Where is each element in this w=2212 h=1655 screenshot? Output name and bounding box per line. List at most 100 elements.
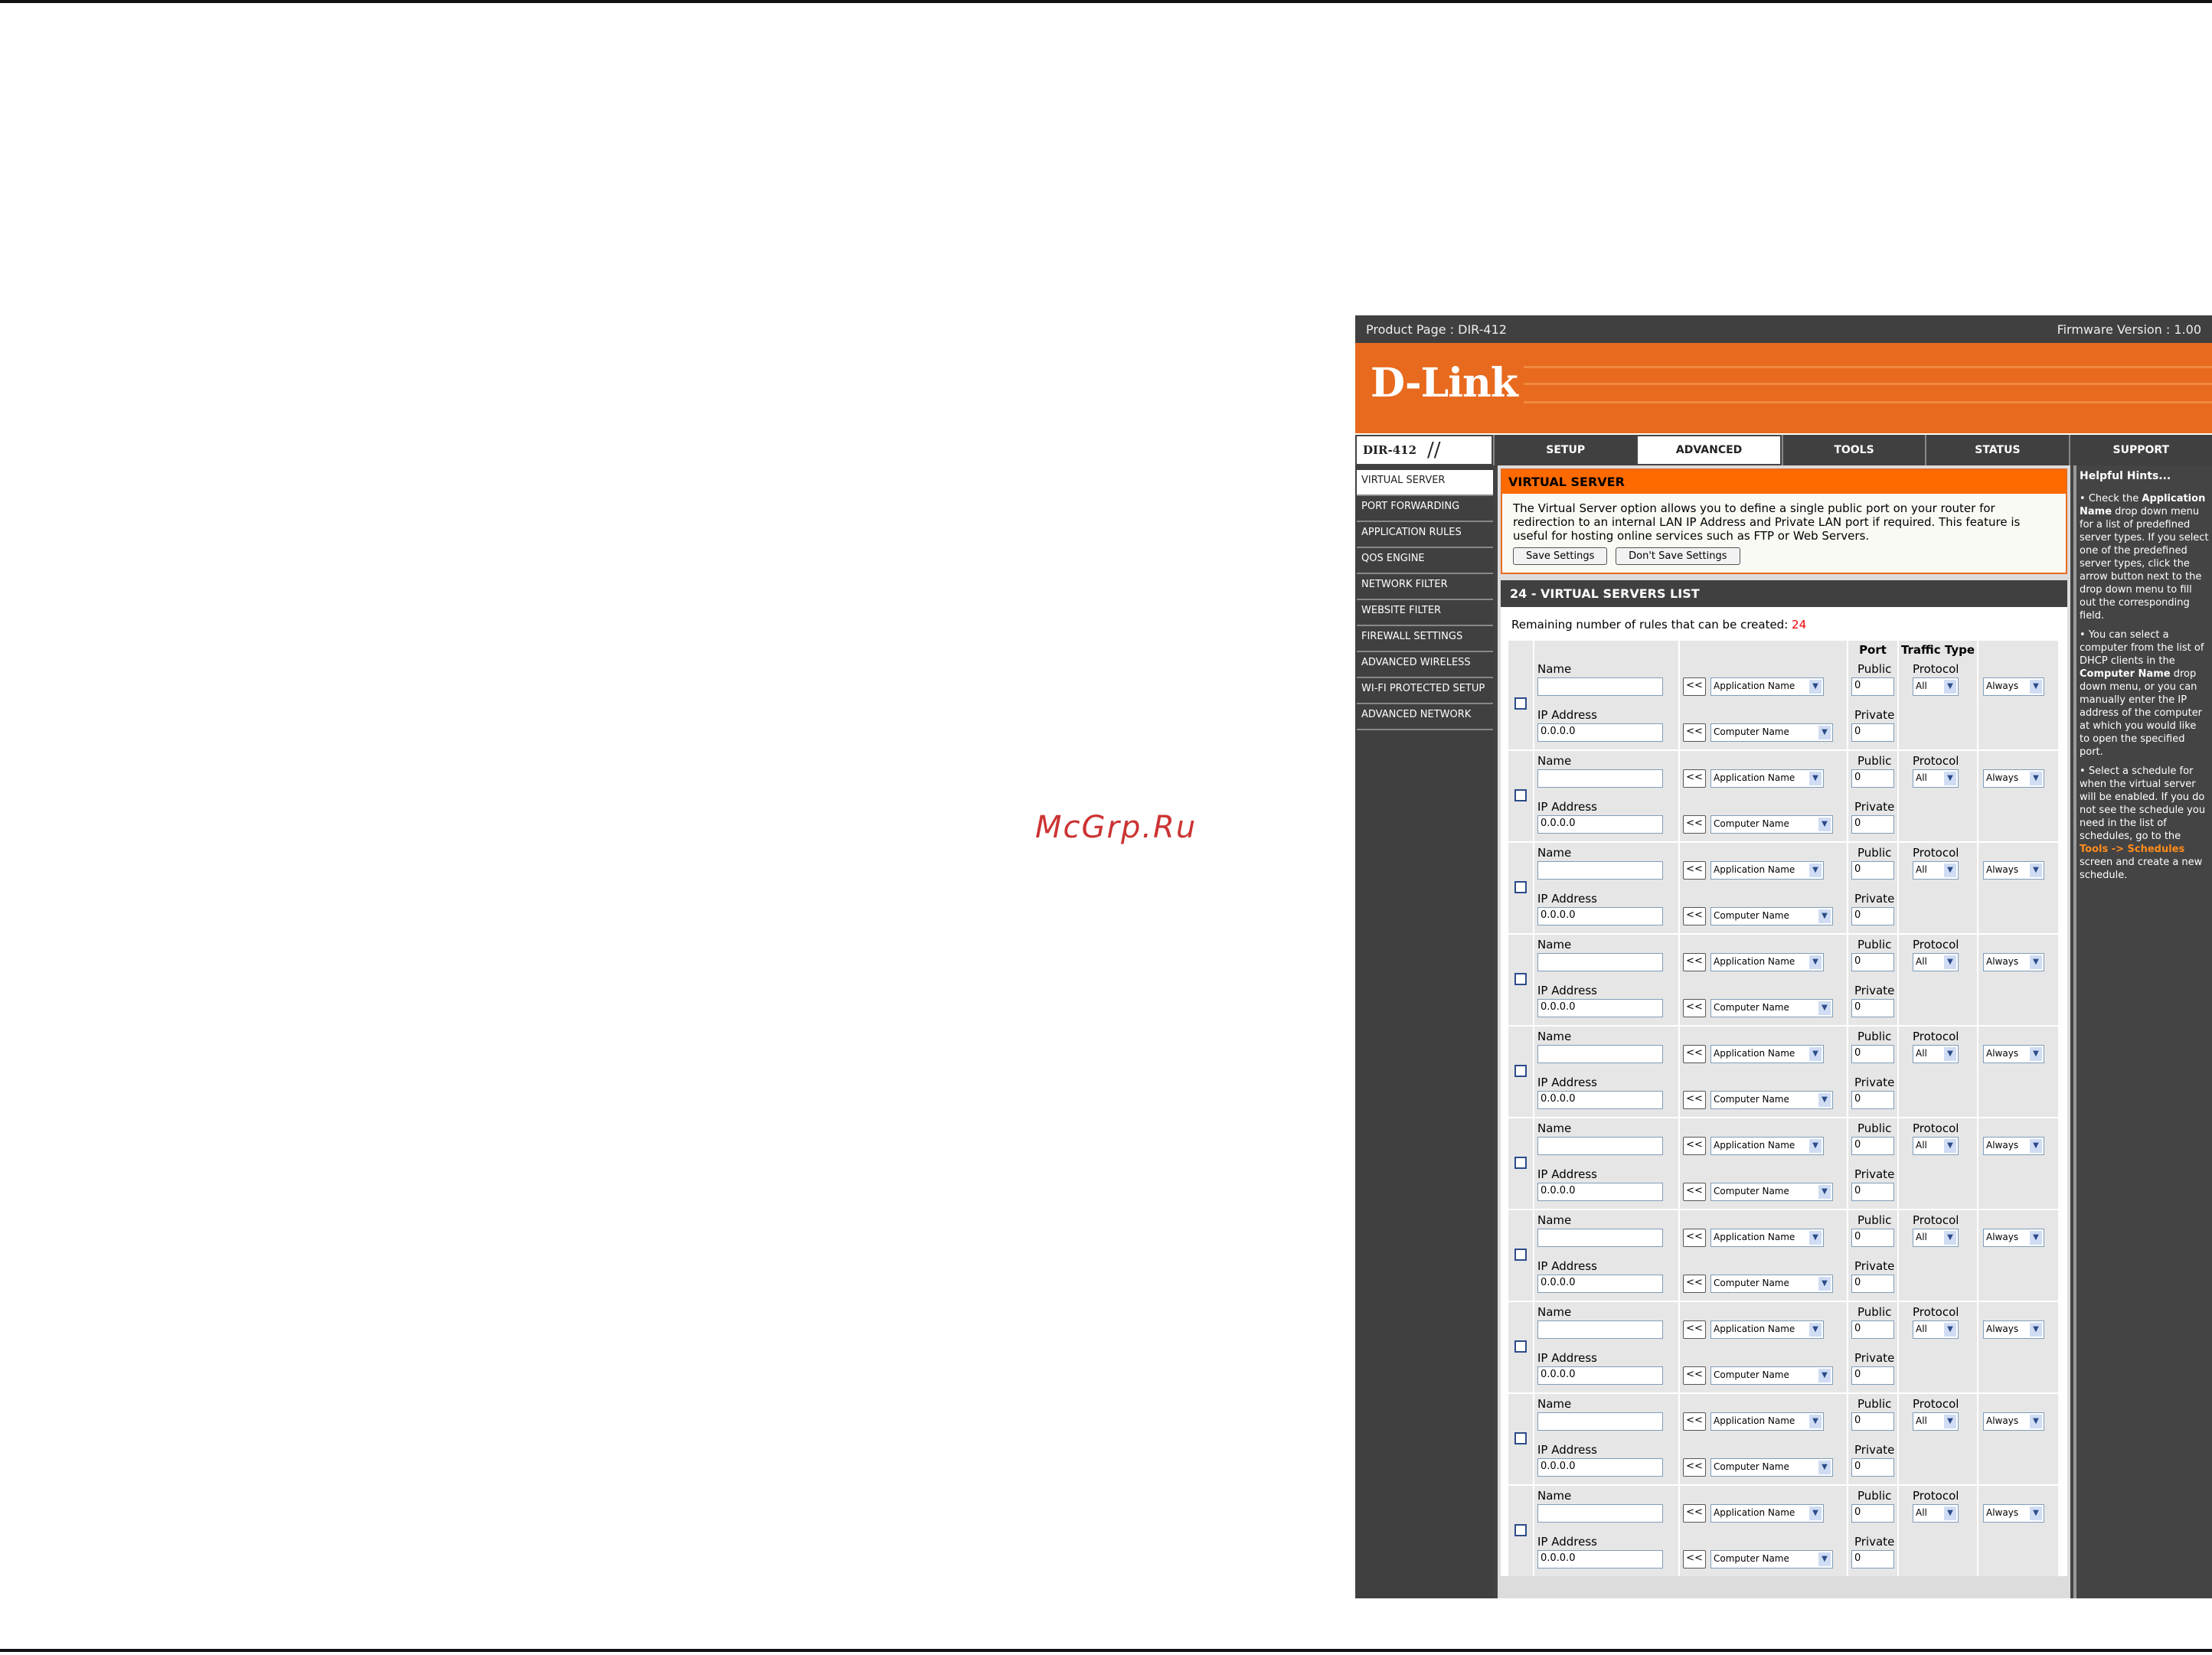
- fill-ip-arrow-button[interactable]: <<: [1683, 1091, 1706, 1109]
- tab-setup[interactable]: SETUP: [1493, 435, 1637, 465]
- tab-status[interactable]: STATUS: [1925, 435, 2069, 465]
- public-port-input[interactable]: 0: [1851, 953, 1894, 971]
- ip-address-input[interactable]: 0.0.0.0: [1537, 907, 1663, 925]
- rule-enable-checkbox[interactable]: [1514, 789, 1527, 801]
- ip-address-input[interactable]: 0.0.0.0: [1537, 815, 1663, 834]
- sidebar-item-advanced-wireless[interactable]: ADVANCED WIRELESS: [1357, 652, 1493, 678]
- fill-name-arrow-button[interactable]: <<: [1683, 677, 1706, 696]
- protocol-select[interactable]: All ▼: [1913, 677, 1959, 696]
- private-port-input[interactable]: 0: [1851, 723, 1894, 742]
- rule-enable-checkbox[interactable]: [1514, 1157, 1527, 1169]
- public-port-input[interactable]: 0: [1851, 1412, 1894, 1431]
- private-port-input[interactable]: 0: [1851, 1458, 1894, 1477]
- public-port-input[interactable]: 0: [1851, 1320, 1894, 1339]
- private-port-input[interactable]: 0: [1851, 999, 1894, 1017]
- fill-ip-arrow-button[interactable]: <<: [1683, 1275, 1706, 1293]
- public-port-input[interactable]: 0: [1851, 677, 1894, 696]
- ip-address-input[interactable]: 0.0.0.0: [1537, 1366, 1663, 1385]
- sidebar-item-application-rules[interactable]: APPLICATION RULES: [1357, 522, 1493, 548]
- fill-ip-arrow-button[interactable]: <<: [1683, 1550, 1706, 1568]
- schedule-select[interactable]: Always ▼: [1983, 1504, 2044, 1523]
- rule-enable-checkbox[interactable]: [1514, 881, 1527, 893]
- private-port-input[interactable]: 0: [1851, 907, 1894, 925]
- name-input[interactable]: [1537, 1412, 1663, 1431]
- fill-ip-arrow-button[interactable]: <<: [1683, 1458, 1706, 1477]
- ip-address-input[interactable]: 0.0.0.0: [1537, 1275, 1663, 1293]
- schedule-select[interactable]: Always ▼: [1983, 1045, 2044, 1063]
- fill-ip-arrow-button[interactable]: <<: [1683, 1366, 1706, 1385]
- name-input[interactable]: [1537, 1229, 1663, 1247]
- protocol-select[interactable]: All ▼: [1913, 953, 1959, 971]
- fill-name-arrow-button[interactable]: <<: [1683, 953, 1706, 971]
- private-port-input[interactable]: 0: [1851, 1091, 1894, 1109]
- fill-name-arrow-button[interactable]: <<: [1683, 1045, 1706, 1063]
- protocol-select[interactable]: All ▼: [1913, 1504, 1959, 1523]
- rule-enable-checkbox[interactable]: [1514, 1065, 1527, 1077]
- ip-address-input[interactable]: 0.0.0.0: [1537, 1091, 1663, 1109]
- public-port-input[interactable]: 0: [1851, 769, 1894, 788]
- rule-enable-checkbox[interactable]: [1514, 1432, 1527, 1444]
- application-name-select[interactable]: Application Name ▼: [1710, 1320, 1824, 1339]
- ip-address-input[interactable]: 0.0.0.0: [1537, 1458, 1663, 1477]
- ip-address-input[interactable]: 0.0.0.0: [1537, 1183, 1663, 1201]
- public-port-input[interactable]: 0: [1851, 861, 1894, 880]
- computer-name-select[interactable]: Computer Name ▼: [1710, 1458, 1833, 1477]
- name-input[interactable]: [1537, 861, 1663, 880]
- fill-name-arrow-button[interactable]: <<: [1683, 1137, 1706, 1155]
- schedule-select[interactable]: Always ▼: [1983, 769, 2044, 788]
- protocol-select[interactable]: All ▼: [1913, 1137, 1959, 1155]
- schedule-select[interactable]: Always ▼: [1983, 861, 2044, 880]
- computer-name-select[interactable]: Computer Name ▼: [1710, 1366, 1833, 1385]
- name-input[interactable]: [1537, 769, 1663, 788]
- rule-enable-checkbox[interactable]: [1514, 1249, 1527, 1261]
- public-port-input[interactable]: 0: [1851, 1045, 1894, 1063]
- fill-name-arrow-button[interactable]: <<: [1683, 1229, 1706, 1247]
- name-input[interactable]: [1537, 1045, 1663, 1063]
- schedule-select[interactable]: Always ▼: [1983, 1320, 2044, 1339]
- application-name-select[interactable]: Application Name ▼: [1710, 1137, 1824, 1155]
- sidebar-item-wifi-protected-setup[interactable]: WI-FI PROTECTED SETUP: [1357, 678, 1493, 704]
- fill-name-arrow-button[interactable]: <<: [1683, 1320, 1706, 1339]
- tab-tools[interactable]: TOOLS: [1781, 435, 1926, 465]
- public-port-input[interactable]: 0: [1851, 1504, 1894, 1523]
- name-input[interactable]: [1537, 1320, 1663, 1339]
- fill-name-arrow-button[interactable]: <<: [1683, 769, 1706, 788]
- application-name-select[interactable]: Application Name ▼: [1710, 1504, 1824, 1523]
- computer-name-select[interactable]: Computer Name ▼: [1710, 907, 1833, 925]
- computer-name-select[interactable]: Computer Name ▼: [1710, 723, 1833, 742]
- ip-address-input[interactable]: 0.0.0.0: [1537, 723, 1663, 742]
- protocol-select[interactable]: All ▼: [1913, 769, 1959, 788]
- private-port-input[interactable]: 0: [1851, 1275, 1894, 1293]
- private-port-input[interactable]: 0: [1851, 1183, 1894, 1201]
- rule-enable-checkbox[interactable]: [1514, 973, 1527, 985]
- computer-name-select[interactable]: Computer Name ▼: [1710, 1275, 1833, 1293]
- application-name-select[interactable]: Application Name ▼: [1710, 1229, 1824, 1247]
- sidebar-item-qos-engine[interactable]: QOS ENGINE: [1357, 548, 1493, 574]
- sidebar-item-website-filter[interactable]: WEBSITE FILTER: [1357, 600, 1493, 626]
- rule-enable-checkbox[interactable]: [1514, 697, 1527, 710]
- ip-address-input[interactable]: 0.0.0.0: [1537, 999, 1663, 1017]
- application-name-select[interactable]: Application Name ▼: [1710, 677, 1824, 696]
- fill-ip-arrow-button[interactable]: <<: [1683, 999, 1706, 1017]
- application-name-select[interactable]: Application Name ▼: [1710, 953, 1824, 971]
- schedule-select[interactable]: Always ▼: [1983, 1229, 2044, 1247]
- application-name-select[interactable]: Application Name ▼: [1710, 769, 1824, 788]
- rule-enable-checkbox[interactable]: [1514, 1340, 1527, 1353]
- application-name-select[interactable]: Application Name ▼: [1710, 861, 1824, 880]
- private-port-input[interactable]: 0: [1851, 1550, 1894, 1568]
- schedule-select[interactable]: Always ▼: [1983, 953, 2044, 971]
- ip-address-input[interactable]: 0.0.0.0: [1537, 1550, 1663, 1568]
- tab-support[interactable]: SUPPORT: [2068, 435, 2212, 465]
- application-name-select[interactable]: Application Name ▼: [1710, 1412, 1824, 1431]
- sidebar-item-network-filter[interactable]: NETWORK FILTER: [1357, 574, 1493, 600]
- protocol-select[interactable]: All ▼: [1913, 1229, 1959, 1247]
- computer-name-select[interactable]: Computer Name ▼: [1710, 1091, 1833, 1109]
- tools-schedules-link[interactable]: Tools -> Schedules: [2080, 844, 2184, 855]
- application-name-select[interactable]: Application Name ▼: [1710, 1045, 1824, 1063]
- fill-ip-arrow-button[interactable]: <<: [1683, 907, 1706, 925]
- computer-name-select[interactable]: Computer Name ▼: [1710, 999, 1833, 1017]
- computer-name-select[interactable]: Computer Name ▼: [1710, 1550, 1833, 1568]
- public-port-input[interactable]: 0: [1851, 1137, 1894, 1155]
- sidebar-item-port-forwarding[interactable]: PORT FORWARDING: [1357, 496, 1493, 522]
- sidebar-item-advanced-network[interactable]: ADVANCED NETWORK: [1357, 704, 1493, 730]
